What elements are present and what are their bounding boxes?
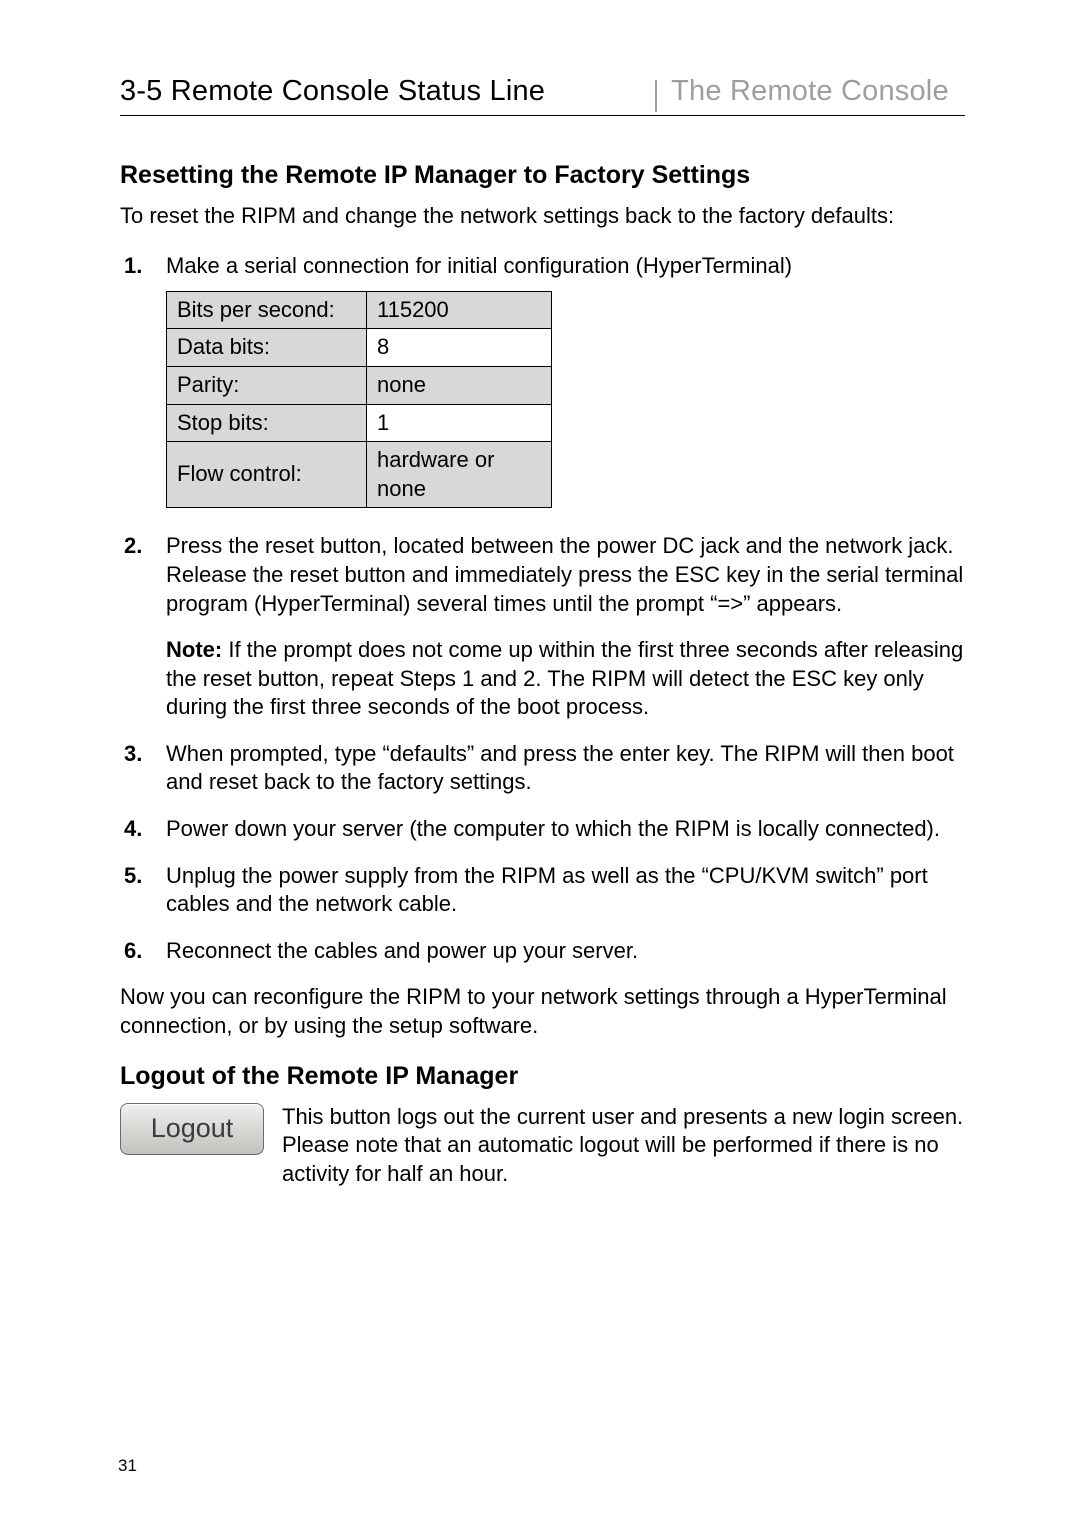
step-text: Reconnect the cables and power up your s… — [166, 938, 638, 963]
table-cell-label: Data bits: — [167, 329, 367, 367]
step-number: 1. — [124, 252, 142, 281]
step-number: 3. — [124, 740, 142, 769]
note-block: Note: If the prompt does not come up wit… — [166, 636, 965, 722]
table-cell-value: hardware or none — [367, 442, 552, 508]
step-text: Press the reset button, located between … — [166, 533, 963, 615]
section-heading-reset: Resetting the Remote IP Manager to Facto… — [120, 161, 965, 190]
table-row: Stop bits: 1 — [167, 404, 552, 442]
step-number: 2. — [124, 532, 142, 561]
table-row: Data bits: 8 — [167, 329, 552, 367]
document-page: 3-5 Remote Console Status Line The Remot… — [0, 0, 1080, 1530]
reset-steps-list: 1. Make a serial connection for initial … — [120, 252, 965, 965]
step-text: Power down your server (the computer to … — [166, 816, 940, 841]
table-cell-value: none — [367, 366, 552, 404]
header-section-title: 3-5 Remote Console Status Line — [120, 75, 545, 108]
step-text: Make a serial connection for initial con… — [166, 253, 792, 278]
step-text: Unplug the power supply from the RIPM as… — [166, 863, 928, 917]
page-number: 31 — [118, 1456, 137, 1476]
step-number: 4. — [124, 815, 142, 844]
header-separator — [655, 80, 657, 112]
table-cell-value: 115200 — [367, 291, 552, 329]
list-item: 6. Reconnect the cables and power up you… — [152, 937, 965, 966]
serial-settings-table: Bits per second: 115200 Data bits: 8 Par… — [166, 291, 552, 509]
note-text: If the prompt does not come up within th… — [166, 637, 963, 719]
table-cell-label: Parity: — [167, 366, 367, 404]
table-cell-value: 1 — [367, 404, 552, 442]
header-chapter-title: The Remote Console — [671, 75, 949, 108]
table-cell-label: Bits per second: — [167, 291, 367, 329]
table-cell-label: Stop bits: — [167, 404, 367, 442]
table-row: Parity: none — [167, 366, 552, 404]
list-item: 3. When prompted, type “defaults” and pr… — [152, 740, 965, 797]
step-number: 6. — [124, 937, 142, 966]
step-text: When prompted, type “defaults” and press… — [166, 741, 954, 795]
list-item: 1. Make a serial connection for initial … — [152, 252, 965, 508]
logout-button[interactable]: Logout — [120, 1103, 264, 1155]
note-label: Note: — [166, 637, 222, 662]
list-item: 5. Unplug the power supply from the RIPM… — [152, 862, 965, 919]
reset-intro-text: To reset the RIPM and change the network… — [120, 202, 965, 230]
step-number: 5. — [124, 862, 142, 891]
list-item: 2. Press the reset button, located betwe… — [152, 532, 965, 722]
page-header: 3-5 Remote Console Status Line The Remot… — [120, 75, 965, 116]
table-row: Bits per second: 115200 — [167, 291, 552, 329]
table-cell-label: Flow control: — [167, 442, 367, 508]
reset-outro-text: Now you can reconfigure the RIPM to your… — [120, 983, 965, 1039]
section-heading-logout: Logout of the Remote IP Manager — [120, 1062, 965, 1091]
table-cell-value: 8 — [367, 329, 552, 367]
table-row: Flow control: hardware or none — [167, 442, 552, 508]
logout-row: Logout This button logs out the current … — [120, 1103, 965, 1189]
list-item: 4. Power down your server (the computer … — [152, 815, 965, 844]
logout-description: This button logs out the current user an… — [282, 1103, 965, 1189]
